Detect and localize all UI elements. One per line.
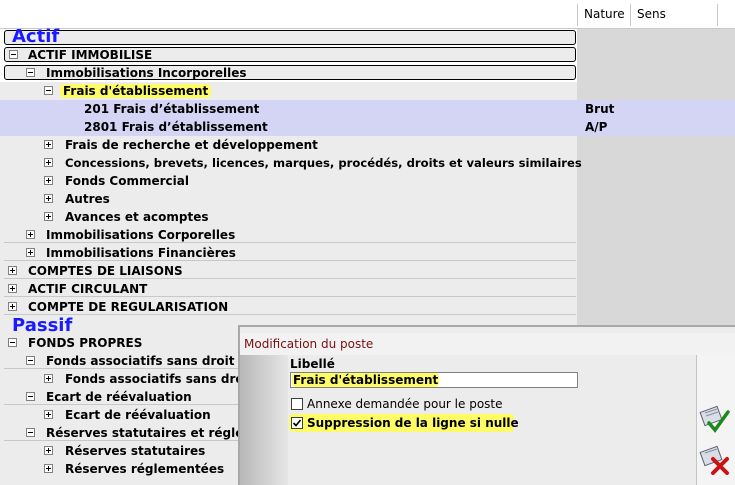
tree-row-immo-corporelles[interactable]: Immobilisations Corporelles [0, 226, 735, 244]
validate-check-icon[interactable] [699, 403, 731, 435]
column-header: Nature Sens [0, 0, 735, 29]
section-row-actif [0, 29, 735, 46]
tree-row-frais-recherche[interactable]: Frais de recherche et développement [0, 136, 735, 154]
tree-label: Immobilisations Incorporelles [46, 66, 247, 80]
collapse-icon[interactable] [26, 392, 35, 401]
collapse-icon[interactable] [8, 338, 17, 347]
tree-label: Immobilisations Financières [46, 246, 236, 260]
header-separator [717, 4, 718, 26]
tree-label: Réserves statutaires [65, 444, 206, 458]
tree-label: Ecart de réévaluation [65, 408, 211, 422]
annexe-checkbox-label[interactable]: Annexe demandée pour le poste [307, 397, 503, 411]
tree-label: Avances et acomptes [65, 210, 209, 224]
dialog-button-panel [696, 355, 735, 485]
tree-label: Ecart de réévaluation [46, 390, 192, 404]
tree-row-frais-etablissement[interactable]: Frais d'établissement [0, 82, 735, 100]
tree-label: Immobilisations Corporelles [46, 228, 236, 242]
expand-icon[interactable] [8, 284, 17, 293]
header-nature[interactable]: Nature [578, 0, 636, 28]
tree-label: COMPTE DE REGULARISATION [28, 300, 229, 314]
expand-icon[interactable] [8, 302, 17, 311]
expand-icon[interactable] [26, 230, 35, 239]
tree-label: Concessions, brevets, licences, marques,… [65, 156, 582, 170]
collapse-icon[interactable] [26, 356, 35, 365]
collapse-icon[interactable] [26, 428, 35, 437]
account-label: 201 Frais d’établissement [84, 102, 260, 116]
section-title-passif: Passif [12, 315, 73, 336]
tree-row-actif-circulant[interactable]: ACTIF CIRCULANT [0, 280, 735, 298]
expand-icon[interactable] [44, 158, 53, 167]
expand-icon[interactable] [44, 194, 53, 203]
annexe-checkbox[interactable] [291, 398, 303, 410]
libelle-value: Frais d'établissement [292, 373, 440, 387]
dialog-body: Libellé Frais d'établissement Annexe dem… [288, 355, 696, 485]
account-row-201[interactable]: 201 Frais d’établissement Brut [0, 100, 735, 118]
suppression-checkbox-label[interactable]: Suppression de la ligne si nulle [307, 416, 519, 430]
tree-row-actif-immobilise[interactable]: ACTIF IMMOBILISE [0, 46, 735, 64]
tree-row-immo-incorporelles[interactable]: Immobilisations Incorporelles [0, 64, 735, 82]
checkmark-icon [292, 419, 302, 427]
tree-label-highlighted: Frais d'établissement [60, 84, 212, 98]
tree-row-avances[interactable]: Avances et acomptes [0, 208, 735, 226]
collapse-icon[interactable] [44, 86, 53, 95]
tree-label: Réserves réglementées [65, 462, 225, 476]
expand-icon[interactable] [44, 446, 53, 455]
tree-row-concessions[interactable]: Concessions, brevets, licences, marques,… [0, 154, 735, 172]
section-title-actif: Actif [12, 26, 60, 47]
expand-icon[interactable] [26, 248, 35, 257]
tree-label: Fonds Commercial [65, 174, 189, 188]
expand-icon[interactable] [44, 410, 53, 419]
tree-label: Fonds associatifs sans droit d [46, 354, 248, 368]
dialog-title: Modification du poste [244, 337, 374, 351]
account-label: 2801 Frais d’établissement [84, 120, 268, 134]
libelle-label: Libellé [290, 357, 335, 371]
expand-icon[interactable] [44, 374, 53, 383]
expand-icon[interactable] [44, 140, 53, 149]
header-sens[interactable]: Sens [631, 0, 717, 28]
tree-label: ACTIF CIRCULANT [28, 282, 148, 296]
tree-label: Réserves statutaires et régle [46, 426, 244, 440]
suppression-checkbox[interactable] [291, 417, 303, 429]
tree-row-comptes-liaisons[interactable]: COMPTES DE LIAISONS [0, 262, 735, 280]
tree-row-autres[interactable]: Autres [0, 190, 735, 208]
tree-label: Frais de recherche et développement [65, 138, 318, 152]
account-nature: A/P [585, 120, 608, 134]
libelle-input[interactable]: Frais d'établissement [290, 372, 578, 388]
expand-icon[interactable] [44, 176, 53, 185]
modification-dialog: Modification du poste Libellé Frais d'ét… [238, 325, 735, 485]
tree-label: Fonds associatifs sans droi [65, 372, 248, 386]
expand-icon[interactable] [8, 266, 17, 275]
tree-row-compte-regularisation[interactable]: COMPTE DE REGULARISATION [0, 298, 735, 316]
account-row-2801[interactable]: 2801 Frais d’établissement A/P [0, 118, 735, 136]
tree-row-fonds-commercial[interactable]: Fonds Commercial [0, 172, 735, 190]
tree-row-immo-financieres[interactable]: Immobilisations Financières [0, 244, 735, 262]
tree-label: ACTIF IMMOBILISE [28, 48, 153, 62]
expand-icon[interactable] [44, 212, 53, 221]
dialog-side-panel [240, 355, 288, 485]
tree-label: COMPTES DE LIAISONS [28, 264, 183, 278]
tree-label: FONDS PROPRES [28, 336, 143, 350]
cancel-x-icon[interactable] [699, 443, 731, 475]
tree-label: Autres [65, 192, 110, 206]
expand-icon[interactable] [44, 464, 53, 473]
collapse-icon[interactable] [26, 68, 35, 77]
account-nature: Brut [585, 102, 615, 116]
collapse-icon[interactable] [9, 50, 18, 59]
